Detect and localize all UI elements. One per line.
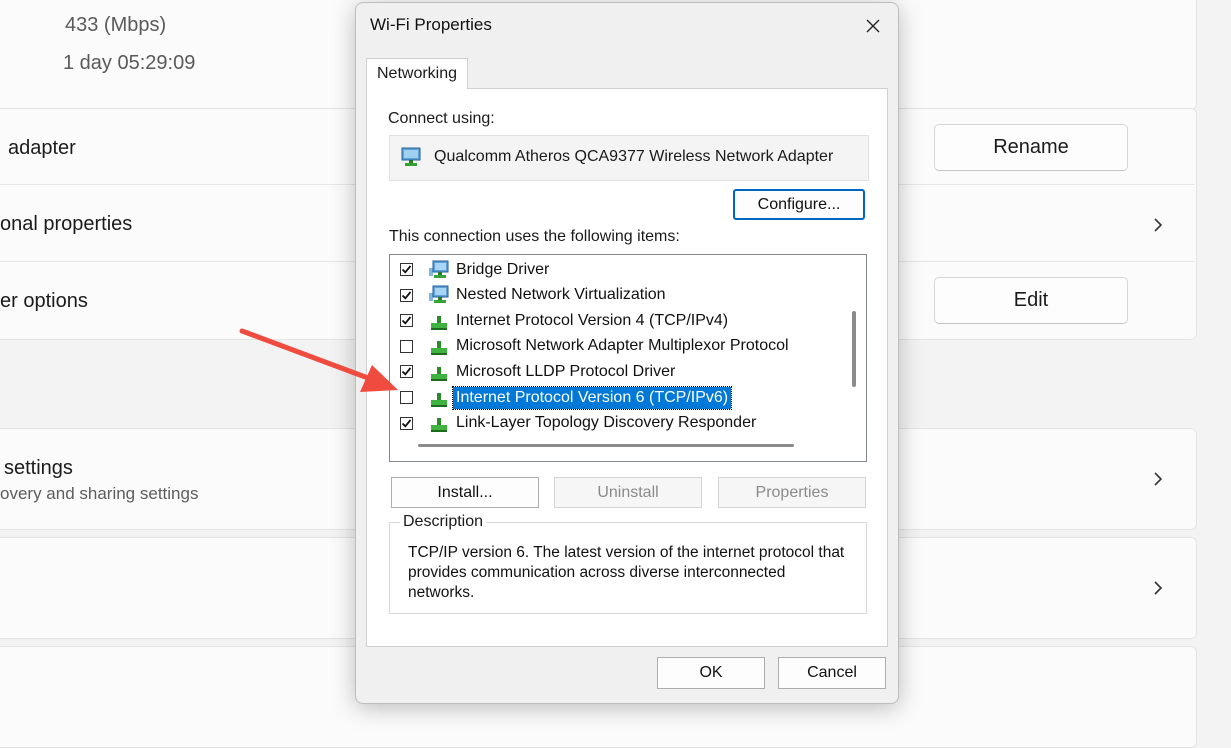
list-item[interactable]: Nested Network Virtualization [390, 283, 842, 308]
chevron-right-icon[interactable] [1146, 576, 1170, 600]
adapter-row-label: adapter [8, 137, 76, 159]
items-label: This connection uses the following items… [389, 228, 680, 245]
vertical-scrollbar[interactable] [852, 311, 856, 387]
list-item-label: Internet Protocol Version 6 (TCP/IPv6) [451, 385, 733, 410]
sharing-settings-subtitle: overy and sharing settings [0, 484, 199, 503]
checkbox[interactable] [400, 416, 413, 430]
wifi-properties-dialog: Wi-Fi Properties Networking Connect usin… [355, 2, 899, 704]
sharing-settings-title: settings [4, 457, 73, 479]
network-adapter-icon [428, 285, 450, 305]
list-item[interactable]: Internet Protocol Version 4 (TCP/IPv4) [390, 308, 842, 333]
checkbox[interactable] [400, 288, 413, 302]
checkbox[interactable] [400, 339, 413, 353]
list-item-label: Internet Protocol Version 4 (TCP/IPv4) [456, 311, 729, 329]
duration-value: 1 day 05:29:09 [63, 52, 196, 74]
horizontal-scrollbar[interactable] [418, 444, 794, 447]
list-item-label: Microsoft LLDP Protocol Driver [456, 362, 676, 380]
link-speed-value: 433 (Mbps) [65, 14, 167, 36]
options-row-label: er options [0, 290, 88, 312]
protocol-icon [428, 336, 450, 356]
list-item-label: Link-Layer Topology Discovery Responder [456, 414, 757, 432]
chevron-right-icon[interactable] [1146, 213, 1170, 237]
protocol-icon [428, 388, 450, 408]
list-item[interactable]: Microsoft LLDP Protocol Driver [390, 359, 842, 384]
edit-button[interactable]: Edit [934, 277, 1128, 324]
checkbox[interactable] [400, 365, 413, 379]
close-icon[interactable] [856, 11, 890, 41]
networking-panel: Connect using: Qualcomm Atheros QCA9377 … [366, 88, 888, 647]
checkbox[interactable] [400, 314, 413, 328]
description-text: TCP/IP version 6. The latest version of … [408, 544, 845, 601]
protocol-icon [428, 311, 450, 331]
list-item[interactable]: Link-Layer Topology Discovery Responder [390, 411, 842, 436]
ok-button[interactable]: OK [657, 657, 765, 689]
configure-button[interactable]: Configure... [733, 189, 865, 220]
list-item-label: Nested Network Virtualization [456, 286, 666, 304]
list-item-label: Microsoft Network Adapter Multiplexor Pr… [456, 337, 789, 355]
checkbox[interactable] [400, 263, 413, 276]
properties-row-label[interactable]: onal properties [0, 213, 132, 236]
network-adapter-icon [428, 260, 450, 280]
checkbox[interactable] [400, 391, 413, 404]
protocol-icon [428, 362, 450, 382]
install-button[interactable]: Install... [391, 477, 539, 508]
description-group: Description TCP/IP version 6. The latest… [389, 513, 867, 614]
properties-button: Properties [718, 477, 866, 508]
list-item-label: Bridge Driver [456, 260, 550, 278]
adapter-field: Qualcomm Atheros QCA9377 Wireless Networ… [389, 135, 869, 181]
rename-button[interactable]: Rename [934, 124, 1128, 171]
dialog-title: Wi-Fi Properties [370, 15, 492, 34]
items-list[interactable]: Bridge Driver Nested Network Virtualizati… [389, 254, 867, 462]
connect-using-label: Connect using: [388, 110, 495, 127]
list-item[interactable]: Bridge Driver [390, 257, 842, 282]
list-item[interactable]: Internet Protocol Version 6 (TCP/IPv6) [390, 385, 842, 410]
cancel-button[interactable]: Cancel [778, 657, 886, 689]
protocol-icon [428, 413, 450, 433]
list-item[interactable]: Microsoft Network Adapter Multiplexor Pr… [390, 334, 842, 359]
chevron-right-icon[interactable] [1146, 467, 1170, 491]
tab-networking[interactable]: Networking [366, 58, 468, 89]
description-title: Description [400, 513, 487, 531]
network-adapter-icon [400, 146, 424, 168]
adapter-name: Qualcomm Atheros QCA9377 Wireless Networ… [434, 148, 834, 165]
uninstall-button: Uninstall [554, 477, 702, 508]
